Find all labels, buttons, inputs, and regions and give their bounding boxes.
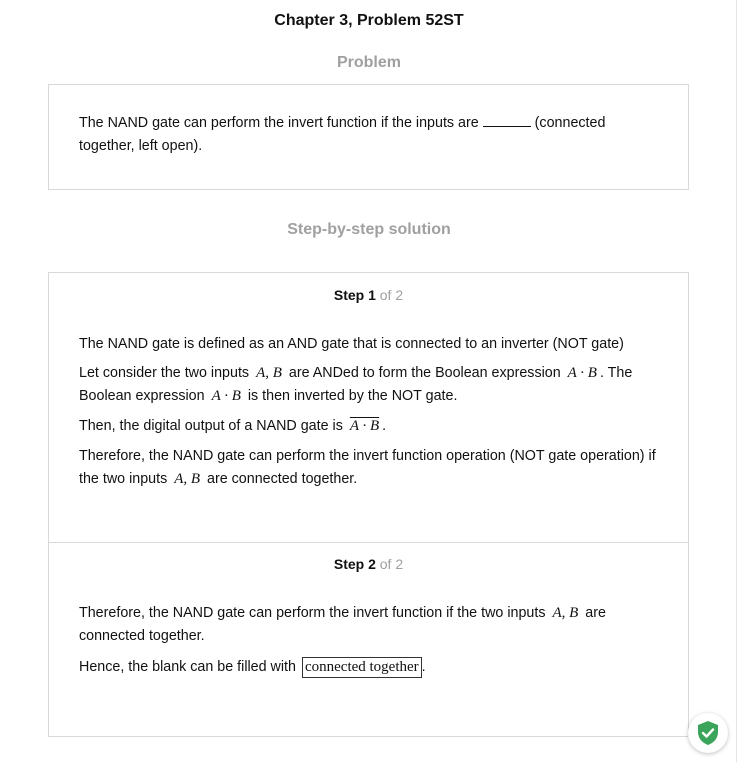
step-1-p2-math-and: A · B — [567, 365, 597, 381]
step-2-p1-math-inputs: A, B — [552, 605, 579, 621]
answer-box: connected together — [301, 657, 422, 678]
step-1-p4-text-a: Therefore, the NAND gate can perform the… — [79, 448, 656, 487]
step-1-p2-text-b: are ANDed to form the Boolean expression — [288, 365, 561, 381]
step-1-of-total: of 2 — [379, 287, 404, 303]
problem-heading: Problem — [336, 54, 401, 71]
step-1-p2-math-inputs: A, B — [256, 365, 282, 381]
step-1-p4-math-inputs: A, B — [174, 471, 201, 487]
step-2-title: Step 2 of 2 — [49, 556, 688, 572]
shield-check-icon — [698, 721, 718, 745]
step-1-p3-text-a: Then, the digital output of a NAND gate … — [79, 418, 343, 434]
step-1-p3-text-b: . — [382, 418, 387, 434]
step-1-p4-text-b: are connected together. — [207, 471, 358, 487]
step-1-title: Step 1 of 2 — [49, 287, 688, 303]
problem-box: The NAND gate can perform the invert fun… — [48, 84, 689, 190]
solution-heading: Step-by-step solution — [287, 221, 451, 238]
step-1-label: Step 1 — [333, 287, 376, 303]
step-divider — [49, 542, 688, 543]
step-2-paragraph-2: Hence, the blank can be filled with conne… — [79, 656, 669, 679]
step-1-paragraph-3: Then, the digital output of a NAND gate … — [79, 415, 669, 438]
step-2-p2-text-b: . — [421, 659, 426, 675]
solution-box: Step 1 of 2 The NAND gate is defined as … — [48, 272, 689, 737]
step-2-p2-text-a: Hence, the blank can be filled with — [79, 659, 296, 675]
problem-text: The NAND gate can perform the invert fun… — [79, 112, 639, 158]
page-right-border — [736, 0, 737, 762]
step-1-p2-text-a: Let consider the two inputs — [79, 365, 250, 381]
step-2-paragraph-1: Therefore, the NAND gate can perform the… — [79, 602, 639, 648]
step-2-of-total: of 2 — [379, 556, 404, 572]
step-1-paragraph-2: Let consider the two inputs A, B are AND… — [79, 362, 669, 408]
step-1-paragraph-1: The NAND gate is defined as an AND gate … — [79, 336, 624, 352]
answer-blank — [482, 112, 531, 127]
step-1-p2-text-d: is then inverted by the NOT gate. — [247, 388, 458, 404]
shield-check-button[interactable] — [688, 713, 728, 753]
step-1-paragraph-4: Therefore, the NAND gate can perform the… — [79, 445, 669, 491]
step-1-p2-math-and-2: A · B — [211, 388, 241, 404]
step-2-p1-text-a: Therefore, the NAND gate can perform the… — [79, 605, 546, 621]
step-2-label: Step 2 — [333, 556, 376, 572]
step-1-p3-math-nand: A · B — [349, 418, 380, 434]
problem-text-before: The NAND gate can perform the invert fun… — [79, 115, 483, 131]
page-title: Chapter 3, Problem 52ST — [274, 12, 464, 29]
